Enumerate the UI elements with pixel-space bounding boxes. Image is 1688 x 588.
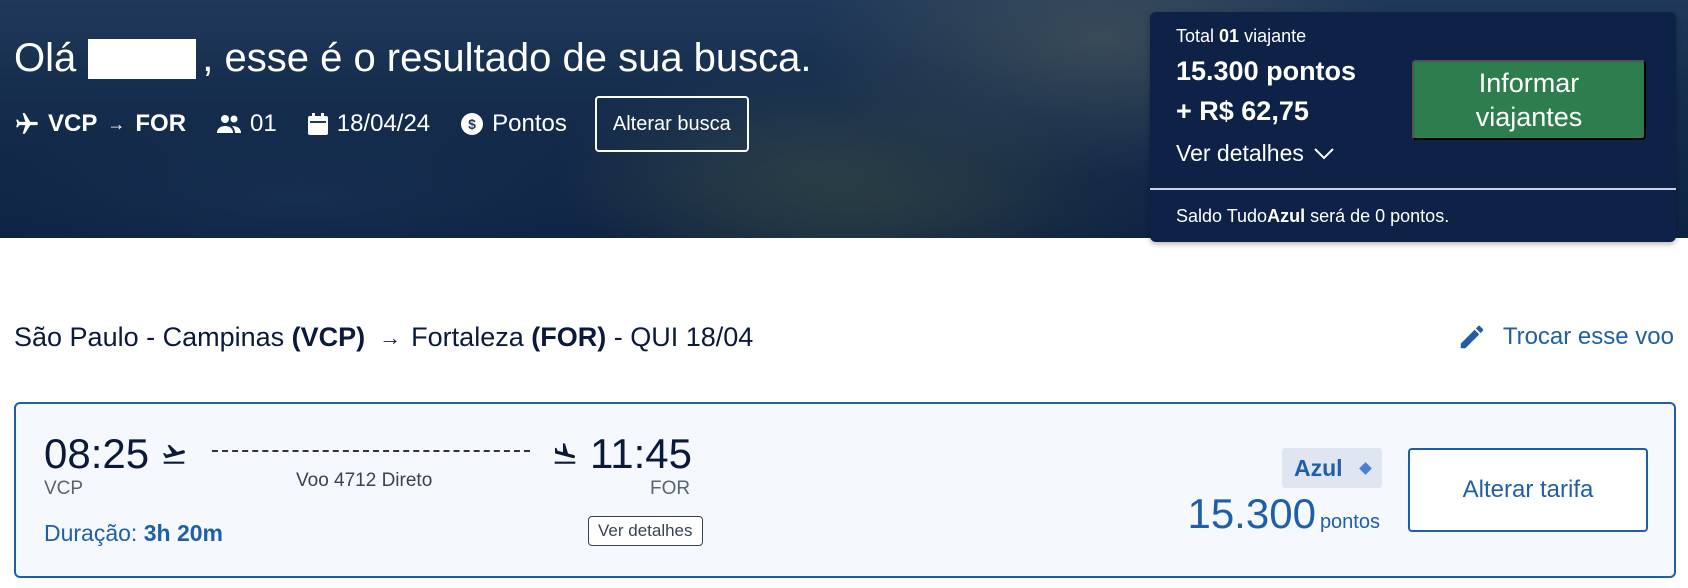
arrival-time: 11:45 [552,430,692,478]
pencil-icon [1460,325,1484,349]
total-travelers: Total 01 viajante [1176,26,1307,46]
takeoff-icon [163,444,186,464]
arrival-airport-code: FOR [650,478,691,499]
calendar-icon [307,113,328,135]
airplane-icon [16,113,38,134]
people-icon [217,115,242,133]
diamond-icon [1358,461,1372,475]
greeting-heading: Olá , esse é o resultado de sua busca. [14,36,812,80]
flight-duration: Duração: 3h 20m [44,520,223,546]
change-fare-button[interactable]: Alterar tarifa [1408,448,1648,532]
flight-option-card: 08:25 VCP Voo 4712 Direto 11:45 FOR Dura… [14,402,1676,578]
route-line [212,450,530,452]
landing-icon [554,443,576,464]
departure-time: 08:25 [44,430,187,478]
departure-airport-code: VCP [44,478,84,499]
route-summary: VCP → FOR [14,110,186,138]
passenger-count: 01 [216,110,277,138]
points-balance-note: Saldo TudoAzul será de 0 pontos. [1176,206,1450,226]
search-summary: VCP → FOR 01 18/04/24 $ Pontos Alterar b… [14,96,749,152]
dollar-coin-icon: $ [461,113,484,135]
alter-search-button[interactable]: Alterar busca [594,96,749,152]
change-flight-link[interactable]: Trocar esse voo [1457,322,1674,352]
flight-route-title: São Paulo - Campinas (VCP) → Fortaleza (… [14,322,754,352]
payment-type: $ Pontos [460,110,567,138]
fare-price: 15.300 pontos [1187,490,1380,537]
inform-travelers-button[interactable]: Informar viajantes [1412,60,1646,140]
svg-text:$: $ [468,116,476,132]
flight-number: Voo 4712 Direto [296,470,433,491]
fare-class-badge: Azul [1282,448,1382,488]
booking-summary-card: Total 01 viajante 15.300 pontos + R$ 62,… [1150,12,1676,242]
flight-details-button[interactable]: Ver detalhes [588,516,703,546]
chevron-down-icon [1314,147,1334,159]
total-points: 15.300 pontos [1176,56,1357,86]
divider [1150,188,1676,190]
redacted-user-name [88,38,197,79]
summary-details-toggle[interactable]: Ver detalhes [1176,140,1334,167]
total-money: + R$ 62,75 [1176,96,1309,126]
travel-date: 18/04/24 [307,110,430,138]
